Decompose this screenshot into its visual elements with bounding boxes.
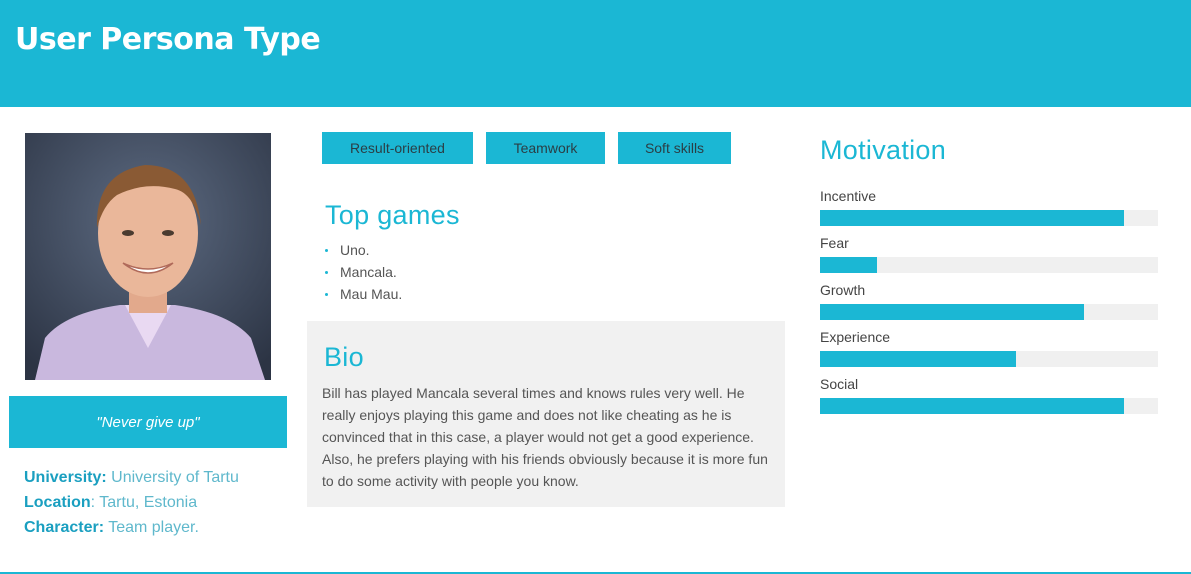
- motivation-row-social: Social: [820, 374, 1158, 414]
- persona-photo: [25, 133, 271, 380]
- motivation-title: Motivation: [820, 135, 947, 165]
- progress-track: [820, 257, 1158, 273]
- bio-text: Bill has played Mancala several times an…: [322, 385, 768, 489]
- list-item: Mancala.: [325, 261, 460, 283]
- progress-track: [820, 351, 1158, 367]
- motivation-section: Motivation Incentive Fear Growth Experie…: [820, 135, 1158, 421]
- progress-fill: [820, 304, 1084, 320]
- page-title: User Persona Type: [15, 22, 321, 57]
- university-line: University: University of Tartu: [24, 465, 239, 490]
- progress-track: [820, 210, 1158, 226]
- motivation-label: Social: [820, 376, 859, 392]
- location-value: : Tartu, Estonia: [90, 494, 198, 511]
- progress-fill: [820, 398, 1125, 414]
- motivation-row-fear: Fear: [820, 233, 1158, 273]
- location-label: Location: [24, 494, 91, 511]
- character-line: Character: Team player.: [24, 515, 239, 540]
- trait-tags: Result-oriented Teamwork Soft skills: [322, 132, 731, 164]
- games-list: Uno. Mancala. Mau Mau.: [325, 239, 460, 305]
- progress-fill: [820, 210, 1125, 226]
- list-item: Mau Mau.: [325, 283, 460, 305]
- tag-result-oriented: Result-oriented: [322, 132, 473, 164]
- motivation-label: Incentive: [820, 188, 877, 204]
- university-value: University of Tartu: [106, 469, 239, 486]
- progress-fill: [820, 257, 878, 273]
- motivation-row-experience: Experience: [820, 327, 1158, 367]
- progress-track: [820, 398, 1158, 414]
- motivation-label: Experience: [820, 329, 891, 345]
- progress-fill: [820, 351, 1017, 367]
- persona-quote: "Never give up": [9, 396, 287, 448]
- motivation-label: Growth: [820, 282, 866, 298]
- character-value: Team player.: [104, 519, 199, 536]
- tag-teamwork: Teamwork: [486, 132, 605, 164]
- persona-info: University: University of Tartu Location…: [24, 465, 239, 540]
- university-label: University:: [24, 469, 107, 486]
- top-games-section: Top games Uno. Mancala. Mau Mau.: [325, 200, 460, 305]
- location-line: Location: Tartu, Estonia: [24, 490, 239, 515]
- list-item: Uno.: [325, 239, 460, 261]
- motivation-row-growth: Growth: [820, 280, 1158, 320]
- bio-title: Bio: [324, 342, 364, 372]
- tag-soft-skills: Soft skills: [618, 132, 731, 164]
- bio-section: Bio Bill has played Mancala several time…: [307, 321, 785, 507]
- character-label: Character:: [24, 519, 105, 536]
- header-banner: User Persona Type: [0, 0, 1191, 107]
- top-games-title: Top games: [325, 200, 460, 230]
- motivation-label: Fear: [820, 235, 849, 251]
- motivation-row-incentive: Incentive: [820, 186, 1158, 226]
- progress-track: [820, 304, 1158, 320]
